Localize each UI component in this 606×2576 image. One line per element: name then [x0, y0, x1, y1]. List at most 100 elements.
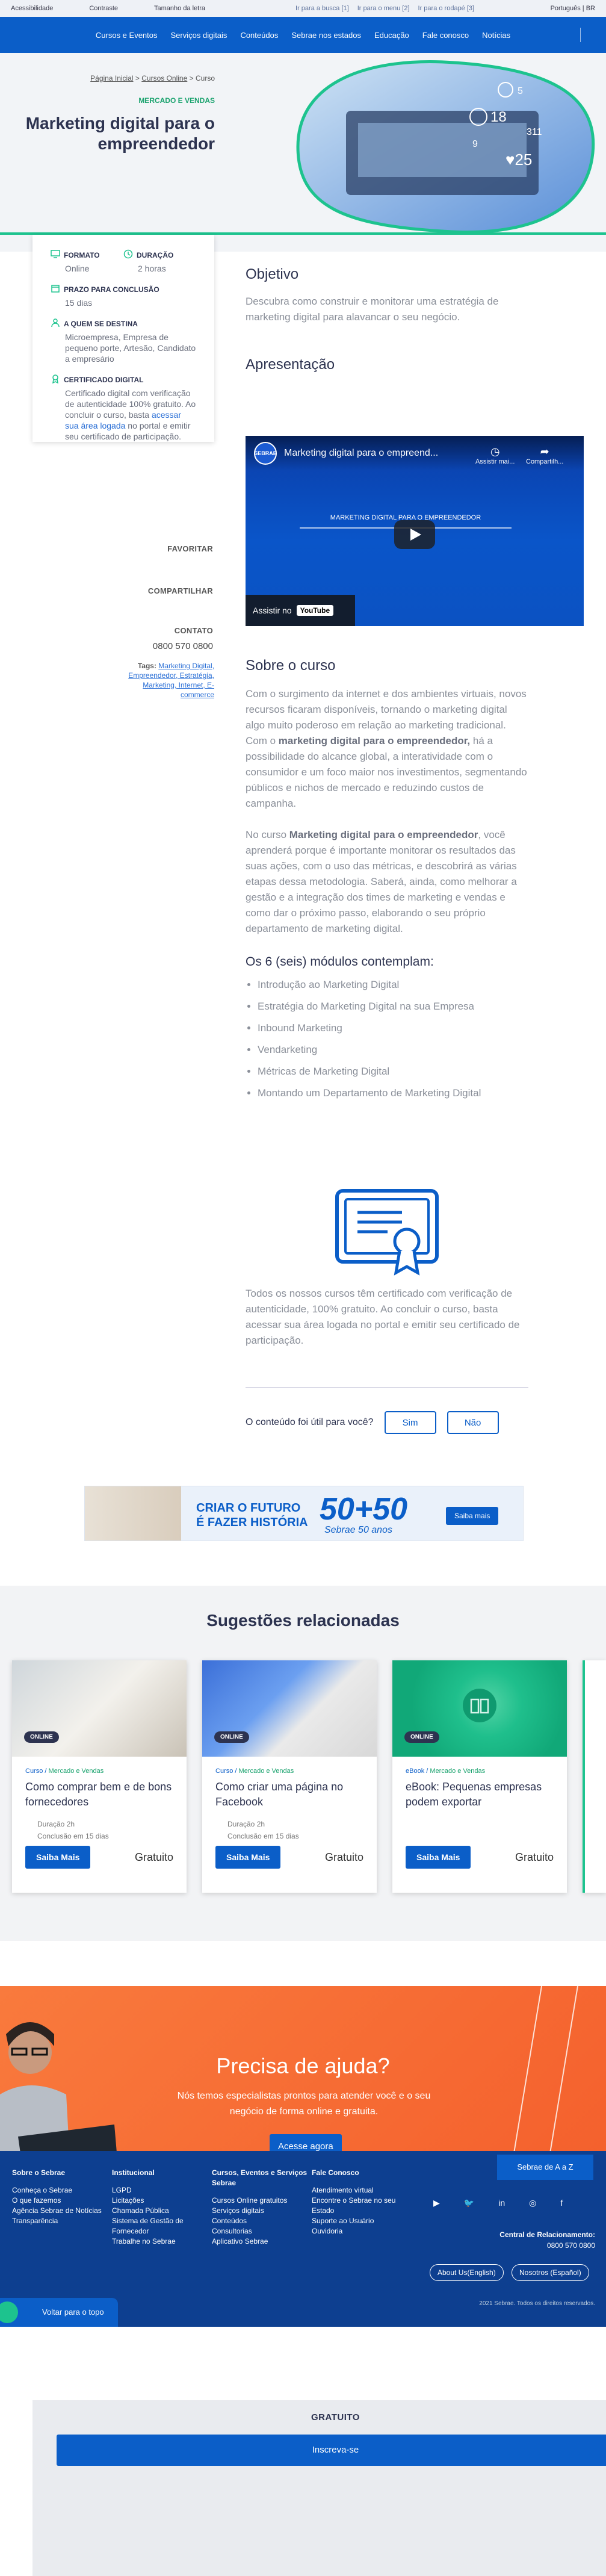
card-meta-separator: / [235, 1768, 237, 1775]
next-card-peek[interactable] [583, 1660, 606, 1893]
footer-link[interactable]: O que fazemos [12, 2196, 114, 2206]
breadcrumb-separator: > [135, 74, 140, 82]
skip-to-footer-link[interactable]: Ir para o rodapé [3] [418, 5, 475, 12]
price-label: GRATUITO [311, 2412, 360, 2422]
footer-link[interactable]: Trabalhe no Sebrae [112, 2236, 214, 2247]
nav-item-fale-conosco[interactable]: Fale conosco [422, 31, 469, 40]
language-selector[interactable]: Português | BR [551, 5, 595, 12]
footer-link[interactable]: Sistema de Gestão de Fornecedor [112, 2216, 214, 2236]
nav-item-educacao[interactable]: Educação [374, 31, 409, 40]
watch-later-button[interactable]: ◷ Assistir mai... [475, 445, 515, 465]
share-button[interactable]: COMPARTILHAR [0, 586, 214, 595]
breadcrumb-courses-link[interactable]: Cursos Online [141, 74, 187, 82]
audience-label: A QUEM SE DESTINA [64, 319, 138, 328]
favorite-button[interactable]: FAVORITAR [0, 544, 214, 553]
twitter-icon[interactable]: 🐦 [464, 2198, 474, 2208]
contrast-toggle[interactable]: Contraste [89, 5, 118, 12]
footer-link[interactable]: Chamada Pública [112, 2206, 214, 2216]
card-title[interactable]: Como criar uma página no Facebook [215, 1780, 363, 1810]
accessibility-widget-icon[interactable] [0, 2301, 18, 2323]
suggestion-card[interactable]: ONLINE Curso / Mercado e Vendas Como com… [12, 1660, 187, 1893]
footer-link[interactable]: Atendimento virtual [312, 2185, 414, 2196]
footer-column-title: Cursos, Eventos e Serviços Sebrae [212, 2168, 308, 2187]
play-button[interactable] [394, 520, 435, 549]
nav-item-conteudos[interactable]: Conteúdos [240, 31, 278, 40]
accessibility-link[interactable]: Acessibilidade [11, 5, 53, 12]
back-to-top-label: Voltar para o topo [42, 2308, 104, 2317]
footer-link[interactable]: Licitações [112, 2196, 214, 2206]
about-us-english-button[interactable]: About Us(English) [430, 2264, 504, 2281]
nav-item-cursos[interactable]: Cursos e Eventos [96, 31, 158, 40]
nav-item-estados[interactable]: Sebrae nos estados [291, 31, 361, 40]
feedback-question: O conteúdo foi útil para você? [246, 1417, 374, 1427]
footer-link[interactable]: Consultorias [212, 2226, 314, 2236]
card-duration: Duração 2h Conclusão em 15 dias [37, 1818, 161, 1842]
watch-later-label: Assistir mai... [475, 458, 515, 465]
card-category: Mercado e Vendas [238, 1768, 294, 1775]
footer-column-sobre: Sobre o Sebrae Conheça o Sebrae O que fa… [12, 2168, 114, 2226]
font-size-toggle[interactable]: Tamanho da letra [154, 5, 205, 12]
accessibility-bar: Acessibilidade Contraste Tamanho da letr… [0, 0, 606, 17]
footer-link[interactable]: Suporte ao Usuário [312, 2216, 414, 2226]
footer-link[interactable]: Conteúdos [212, 2216, 314, 2226]
breadcrumb-home-link[interactable]: Página Inicial [90, 74, 133, 82]
contact-phone[interactable]: 0800 570 0800 [0, 641, 213, 651]
footer-link[interactable]: Cursos Online gratuitos [212, 2196, 314, 2206]
copyright: 2021 Sebrae. Todos os direitos reservado… [479, 2300, 595, 2307]
online-badge: ONLINE [24, 1731, 59, 1743]
about-paragraph-1: Com o surgimento da internet e dos ambie… [246, 686, 528, 812]
sebrae-a-z-button[interactable]: Sebrae de A a Z [497, 2155, 593, 2180]
skip-to-menu-link[interactable]: Ir para o menu [2] [357, 5, 410, 12]
footer-link[interactable]: Serviços digitais [212, 2206, 314, 2216]
hero-section: Página Inicial > Cursos Online > Curso M… [0, 53, 606, 252]
online-badge: ONLINE [404, 1731, 439, 1743]
nosotros-espanol-button[interactable]: Nosotros (Español) [512, 2264, 589, 2281]
suggestion-card[interactable]: ONLINE Curso / Mercado e Vendas Como cri… [202, 1660, 377, 1893]
video-title[interactable]: Marketing digital para o empreend... [284, 448, 438, 459]
nav-item-servicos[interactable]: Serviços digitais [171, 31, 227, 40]
footer-link[interactable]: Aplicativo Sebrae [212, 2236, 314, 2247]
footer-link[interactable]: Ouvidoria [312, 2226, 414, 2236]
format-value: Online [65, 264, 90, 273]
footer-link[interactable]: Transparência [12, 2216, 114, 2226]
banner-cta-button[interactable]: Saiba mais [446, 1507, 499, 1525]
footer-column-title: Sobre o Sebrae [12, 2168, 66, 2177]
nav-item-noticias[interactable]: Notícias [482, 31, 510, 40]
contact-label: CONTATO [174, 626, 213, 635]
feedback-yes-button[interactable]: Sim [384, 1411, 436, 1434]
certificate-illustration-icon [335, 1189, 439, 1276]
breadcrumb: Página Inicial > Cursos Online > Curso [90, 74, 215, 82]
favorite-label: FAVORITAR [167, 544, 213, 553]
card-more-button[interactable]: Saiba Mais [25, 1846, 91, 1869]
linkedin-icon[interactable]: in [498, 2198, 505, 2208]
facebook-icon[interactable]: f [560, 2198, 563, 2208]
youtube-video-embed[interactable]: SEBRAE Marketing digital para o empreend… [246, 436, 584, 626]
enroll-button[interactable]: Inscreva-se [57, 2435, 606, 2466]
deadline-label: PRAZO PARA CONCLUSÃO [64, 285, 159, 294]
sebrae-50-anos-banner[interactable]: CRIAR O FUTURO É FAZER HISTÓRIA 50+50 Seb… [84, 1486, 524, 1541]
help-text: Nós temos especialistas prontos para ate… [177, 2091, 431, 2117]
card-more-button[interactable]: Saiba Mais [215, 1846, 281, 1869]
share-video-button[interactable]: ➦ Compartilh... [526, 445, 563, 465]
instagram-icon[interactable]: ◎ [529, 2198, 536, 2208]
footer-link[interactable]: Encontre o Sebrae no seu Estado [312, 2196, 414, 2216]
card-more-button[interactable]: Saiba Mais [406, 1846, 471, 1869]
channel-logo[interactable]: SEBRAE [254, 442, 277, 465]
suggestion-card[interactable]: ONLINE eBook / Mercado e Vendas eBook: P… [392, 1660, 567, 1893]
card-title[interactable]: Como comprar bem e de bons fornecedores [25, 1780, 173, 1810]
relationship-center-phone[interactable]: 0800 570 0800 [499, 2240, 595, 2251]
presentation-section: Apresentação [246, 356, 528, 373]
footer-link[interactable]: LGPD [112, 2185, 214, 2196]
format-label: FORMATO [64, 250, 100, 259]
back-to-top-button[interactable]: Voltar para o topo [0, 2298, 118, 2327]
card-title[interactable]: eBook: Pequenas empresas podem exportar [406, 1780, 554, 1810]
skip-to-search-link[interactable]: Ir para a busca [1] [295, 5, 349, 12]
footer-link[interactable]: Agência Sebrae de Notícias [12, 2206, 114, 2216]
watch-on-youtube-button[interactable]: Assistir no YouTube [246, 595, 355, 626]
youtube-icon[interactable]: ▶ [433, 2198, 440, 2208]
footer-link[interactable]: Conheça o Sebrae [12, 2185, 114, 2196]
feedback-no-button[interactable]: Não [447, 1411, 499, 1434]
footer-column-title: Fale Conosco [312, 2168, 359, 2177]
presentation-title: Apresentação [246, 356, 335, 373]
svg-text:311: 311 [527, 127, 542, 137]
